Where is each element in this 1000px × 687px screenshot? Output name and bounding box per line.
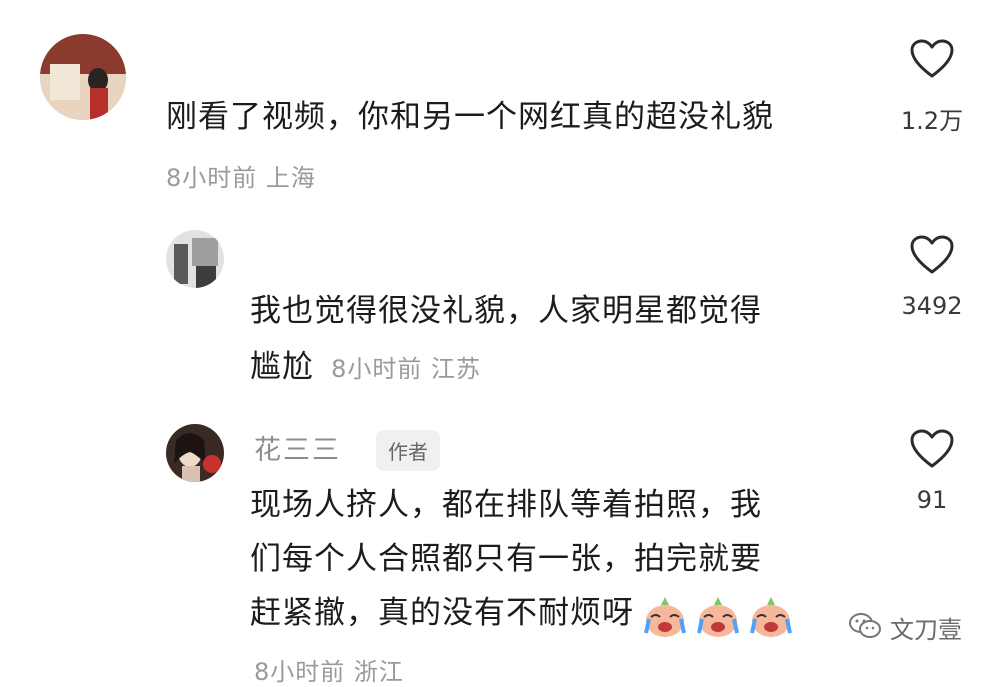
avatar[interactable]	[40, 34, 126, 120]
crying-laughing-emoji-icon	[696, 595, 740, 643]
comment-text-line: 赶紧撤，真的没有不耐烦呀	[250, 595, 634, 631]
avatar[interactable]	[166, 230, 224, 288]
like-count: 1.2万	[900, 107, 964, 135]
comment-last-line: 尴尬 8小时前 江苏	[250, 342, 481, 392]
comment-text-line: 尴尬	[250, 349, 314, 385]
author-username[interactable]: 花三三	[254, 428, 341, 467]
comment-meta: 8小时前 江苏	[331, 355, 481, 383]
comment-meta: 8小时前 上海	[166, 164, 316, 192]
watermark: 文刀壹	[848, 610, 962, 645]
like-heart-icon[interactable]	[909, 428, 955, 470]
comment-text-line: 现场人挤人，都在排队等着拍照，我	[250, 487, 762, 523]
wechat-icon	[848, 611, 882, 645]
like-count: 91	[916, 486, 948, 514]
crying-laughing-emoji-icon	[749, 595, 793, 643]
watermark-text: 文刀壹	[890, 616, 962, 644]
comment-text-line: 们每个人合照都只有一张，拍完就要	[250, 541, 762, 577]
comment-text: 刚看了视频，你和另一个网红真的超没礼貌	[166, 99, 774, 135]
avatar[interactable]	[166, 424, 224, 482]
author-badge: 作者	[376, 430, 440, 471]
comment-text-line: 我也觉得很没礼貌，人家明星都觉得	[250, 293, 762, 329]
like-count: 3492	[901, 292, 963, 320]
comment-last-line: 赶紧撤，真的没有不耐烦呀	[250, 588, 793, 643]
like-heart-icon[interactable]	[909, 38, 955, 80]
crying-laughing-emoji-icon	[643, 595, 687, 643]
like-heart-icon[interactable]	[909, 234, 955, 276]
